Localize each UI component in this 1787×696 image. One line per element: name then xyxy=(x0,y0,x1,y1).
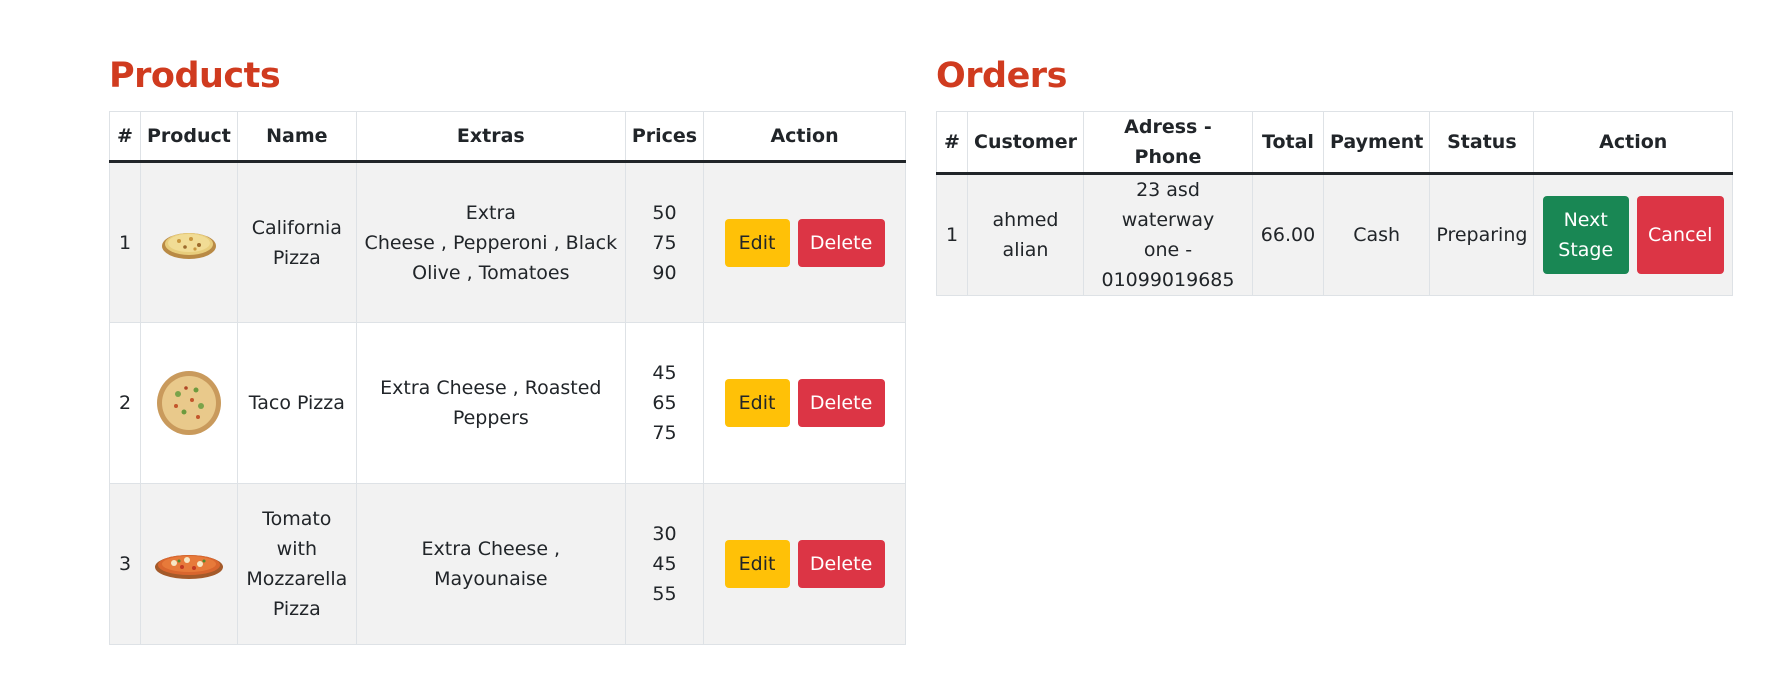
row-number: 2 xyxy=(109,322,141,484)
order-total: 66.00 xyxy=(1251,173,1324,296)
orders-header-row: # Customer Adress - Phone Total Payment … xyxy=(936,111,1733,175)
product-extras-cell: Extra Cheese , Mayounaise xyxy=(355,483,626,645)
col-header-action: Action xyxy=(1533,111,1733,175)
delete-button[interactable]: Delete xyxy=(797,540,885,588)
table-row: 3 Tomato with Mozzarella Pizza Extra Che… xyxy=(109,483,906,645)
address-phone-cell: 23 asd waterway one - 01099019685 xyxy=(1082,173,1253,296)
product-name-line: Taco Pizza xyxy=(248,392,345,414)
price-value: 45 xyxy=(652,553,677,575)
product-image-cell xyxy=(140,322,238,484)
product-name-line: Tomato with xyxy=(262,508,332,560)
tomato-mozzarella-pizza-image xyxy=(154,555,223,579)
col-header-product: Product xyxy=(140,111,238,163)
taco-pizza-image xyxy=(156,371,221,435)
extras-line: Olive , Tomatoes xyxy=(412,261,570,284)
col-header-payment: Payment xyxy=(1322,111,1431,175)
edit-button[interactable]: Edit xyxy=(724,218,790,267)
california-pizza-image xyxy=(161,232,216,259)
product-action-cell: Edit Delete xyxy=(703,322,906,484)
price-value: 50 xyxy=(652,201,677,224)
order-status: Preparing xyxy=(1429,173,1535,296)
col-header-address-phone: Adress - Phone xyxy=(1082,111,1253,175)
price-value: 75 xyxy=(652,231,677,254)
edit-button[interactable]: Edit xyxy=(724,379,790,427)
products-table: # Product Name Extras Prices Action 1 Ca… xyxy=(109,111,906,645)
products-title: Products xyxy=(109,56,281,96)
orders-table: # Customer Adress - Phone Total Payment … xyxy=(936,111,1733,296)
next-stage-line: Stage xyxy=(1558,239,1614,261)
col-header-prices: Prices xyxy=(624,111,705,163)
address-line: one - xyxy=(1143,239,1193,261)
price-value: 75 xyxy=(652,422,677,444)
customer-line: ahmed xyxy=(992,209,1059,231)
delete-button[interactable]: Delete xyxy=(797,379,885,427)
product-name-cell: Taco Pizza xyxy=(236,322,357,484)
col-header-number: # xyxy=(109,111,141,163)
price-value: 55 xyxy=(652,583,677,605)
next-stage-line: Next xyxy=(1563,209,1608,231)
row-number: 1 xyxy=(109,161,141,323)
extras-line: Peppers xyxy=(452,407,529,429)
product-image-cell xyxy=(140,483,238,645)
products-header-row: # Product Name Extras Prices Action xyxy=(109,111,906,163)
order-payment: Cash xyxy=(1322,173,1431,296)
col-header-name: Name xyxy=(236,111,357,163)
product-prices-cell: 45 65 75 xyxy=(624,322,705,484)
order-number: 1 xyxy=(936,173,968,296)
product-extras-cell: Extra Cheese , Roasted Peppers xyxy=(355,322,626,484)
col-header-number: # xyxy=(936,111,968,175)
product-name-line: California xyxy=(251,216,342,239)
orders-title: Orders xyxy=(936,56,1067,96)
price-value: 45 xyxy=(652,362,677,384)
address-line: 23 asd waterway xyxy=(1121,179,1215,231)
table-row: 2 Taco Pizza Extra Cheese , Roasted Pepp… xyxy=(109,322,906,484)
customer-line: alian xyxy=(1002,239,1049,261)
product-action-cell: Edit Delete xyxy=(703,483,906,645)
extras-line: Extra Cheese , Roasted xyxy=(380,377,602,399)
col-header-total: Total xyxy=(1251,111,1324,175)
product-image-cell xyxy=(140,161,238,323)
next-stage-button[interactable]: Next Stage xyxy=(1542,196,1629,274)
extras-line: Extra Cheese , Mayounaise xyxy=(421,538,561,590)
delete-button[interactable]: Delete xyxy=(797,218,885,267)
product-prices-cell: 50 75 90 xyxy=(624,161,705,323)
product-name-cell: Tomato with Mozzarella Pizza xyxy=(236,483,357,645)
price-value: 30 xyxy=(652,523,677,545)
address-line: 01099019685 xyxy=(1101,269,1235,291)
extras-line: Extra xyxy=(465,201,516,224)
row-number: 3 xyxy=(109,483,141,645)
col-header-extras: Extras xyxy=(355,111,626,163)
product-name-line: Mozzarella xyxy=(246,568,348,590)
price-value: 90 xyxy=(652,261,677,284)
cancel-button[interactable]: Cancel xyxy=(1636,196,1724,274)
product-name-line: Pizza xyxy=(272,598,321,620)
product-name-cell: California Pizza xyxy=(236,161,357,323)
table-row: 1 ahmed alian 23 asd waterway one - 0109… xyxy=(936,173,1733,296)
product-action-cell: Edit Delete xyxy=(703,161,906,323)
col-header-action: Action xyxy=(703,111,906,163)
price-value: 65 xyxy=(652,392,677,414)
customer-cell: ahmed alian xyxy=(967,173,1084,296)
col-header-status: Status xyxy=(1429,111,1535,175)
col-header-customer: Customer xyxy=(967,111,1084,175)
edit-button[interactable]: Edit xyxy=(724,540,790,588)
order-action-cell: Next Stage Cancel xyxy=(1533,173,1733,296)
product-prices-cell: 30 45 55 xyxy=(624,483,705,645)
product-name-line: Pizza xyxy=(272,246,321,269)
product-extras-cell: Extra Cheese , Pepperoni , Black Olive ,… xyxy=(355,161,626,323)
extras-line: Cheese , Pepperoni , Black xyxy=(364,231,618,254)
table-row: 1 California Pizza Extra Cheese , Pepper… xyxy=(109,161,906,323)
